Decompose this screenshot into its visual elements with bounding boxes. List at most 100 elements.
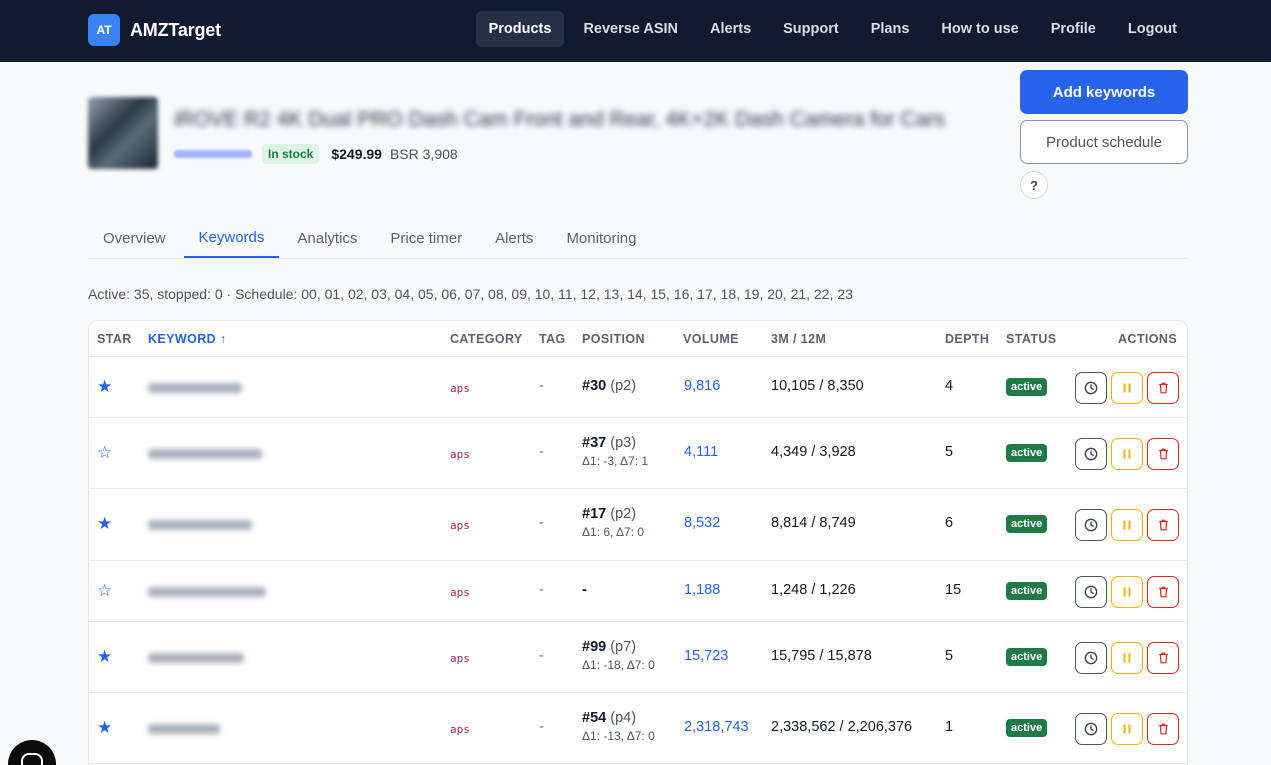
pause-button[interactable] [1111,713,1143,745]
header-depth[interactable]: DEPTH [945,332,989,346]
trash-icon [1157,447,1170,461]
volume-link[interactable]: 1,188 [684,582,720,598]
schedule-button[interactable] [1075,642,1107,674]
delete-button[interactable] [1147,642,1179,674]
schedule-button[interactable] [1075,438,1107,470]
nav-support[interactable]: Support [770,11,852,47]
nav-products[interactable]: Products [475,11,565,47]
keyword-text [148,520,252,530]
help-button[interactable]: ? [1020,171,1048,199]
schedule-button[interactable] [1075,713,1107,745]
keyword-text [148,449,262,459]
star-toggle[interactable]: ☆ [97,581,112,601]
position-delta: Δ1: -13, Δ7: 0 [582,729,655,743]
trend-value: 2,338,562 / 2,206,376 [771,719,913,735]
volume-link[interactable]: 2,318,743 [684,719,749,735]
header-status[interactable]: STATUS [1006,332,1057,346]
delete-button[interactable] [1147,438,1179,470]
category-value: aps [450,519,470,532]
tab-analytics[interactable]: Analytics [282,218,372,258]
table-row: ☆ aps - #37 (p3) Δ1: -3, Δ7: 1 4,111 4,349 / 3… [89,418,1187,489]
pause-button[interactable] [1111,576,1143,608]
table-row: ★ aps - #17 (p2) Δ1: 6, Δ7: 0 8,532 8,814 / 8,… [89,489,1187,561]
nav-alerts[interactable]: Alerts [697,11,764,47]
tab-keywords[interactable]: Keywords [183,218,280,258]
position-page: (p4) [610,710,637,726]
volume-link[interactable]: 9,816 [684,378,720,394]
chat-widget-button[interactable] [8,740,56,765]
tab-monitoring[interactable]: Monitoring [551,218,651,258]
star-toggle[interactable]: ★ [97,647,112,667]
trend-value: 4,349 / 3,928 [771,444,856,460]
brand-logo[interactable]: AT AMZTarget [88,14,221,46]
delete-button[interactable] [1147,713,1179,745]
clock-icon [1084,518,1098,532]
position-rank: #17 [582,506,607,522]
position-page: (p2) [610,506,637,522]
header-keyword[interactable]: KEYWORD ↑ [148,332,227,346]
position-delta: Δ1: -3, Δ7: 1 [582,454,649,468]
keyword-text [148,724,220,734]
trash-icon [1157,585,1170,599]
tab-overview[interactable]: Overview [88,218,181,258]
delete-button[interactable] [1147,509,1179,541]
product-schedule-button[interactable]: Product schedule [1020,120,1188,164]
pause-button[interactable] [1111,642,1143,674]
depth-value: 6 [945,515,954,531]
position-cell: - [582,582,587,598]
nav-plans[interactable]: Plans [858,11,923,47]
top-navbar: AT AMZTarget Products Reverse ASIN Alert… [0,0,1271,62]
add-keywords-button[interactable]: Add keywords [1020,70,1188,114]
pause-button[interactable] [1111,438,1143,470]
tag-value: - [539,444,544,460]
table-row: ★ aps - #54 (p4) Δ1: -13, Δ7: 0 2,318,743 2,33… [89,693,1187,764]
depth-value: 5 [945,444,954,460]
nav-logout[interactable]: Logout [1115,11,1190,47]
tag-value: - [539,515,544,531]
product-image [88,97,158,169]
delete-button[interactable] [1147,576,1179,608]
star-toggle[interactable]: ☆ [97,443,112,463]
header-tag[interactable]: TAG [539,332,566,346]
status-badge: active [1006,378,1048,396]
volume-link[interactable]: 15,723 [684,648,728,664]
star-toggle[interactable]: ★ [97,514,112,534]
header-category[interactable]: CATEGORY [450,332,523,346]
nav-profile[interactable]: Profile [1038,11,1109,47]
schedule-button[interactable] [1075,576,1107,608]
star-toggle[interactable]: ★ [97,377,112,397]
tab-price-timer[interactable]: Price timer [375,218,477,258]
pause-button[interactable] [1111,509,1143,541]
nav-how-to-use[interactable]: How to use [928,11,1031,47]
header-star[interactable]: STAR [97,332,132,346]
keyword-text [148,653,244,663]
tag-value: - [539,582,544,598]
schedule-button[interactable] [1075,372,1107,404]
clock-icon [1084,447,1098,461]
star-toggle[interactable]: ★ [97,718,112,738]
category-value: aps [450,448,470,461]
position-rank: #30 [582,378,607,394]
trash-icon [1157,651,1170,665]
schedule-button[interactable] [1075,509,1107,541]
header-volume[interactable]: VOLUME [683,332,739,346]
position-delta: Δ1: 6, Δ7: 0 [582,525,645,539]
header-trend[interactable]: 3M / 12M [771,332,826,346]
volume-link[interactable]: 4,111 [684,444,718,460]
category-value: aps [450,586,470,599]
depth-value: 4 [945,378,954,394]
keywords-table: STAR KEYWORD ↑ CATEGORY TAG POSITION VOL… [88,320,1188,765]
nav-reverse-asin[interactable]: Reverse ASIN [570,11,691,47]
volume-link[interactable]: 8,532 [684,515,720,531]
clock-icon [1084,381,1098,395]
header-position[interactable]: POSITION [582,332,645,346]
status-badge: active [1006,582,1048,600]
pause-icon [1121,382,1133,394]
pause-icon [1121,448,1133,460]
delete-button[interactable] [1147,372,1179,404]
tab-alerts[interactable]: Alerts [480,218,548,258]
position-page: (p7) [610,639,637,655]
status-badge: active [1006,719,1048,737]
asin-link[interactable] [174,150,252,158]
pause-button[interactable] [1111,372,1143,404]
